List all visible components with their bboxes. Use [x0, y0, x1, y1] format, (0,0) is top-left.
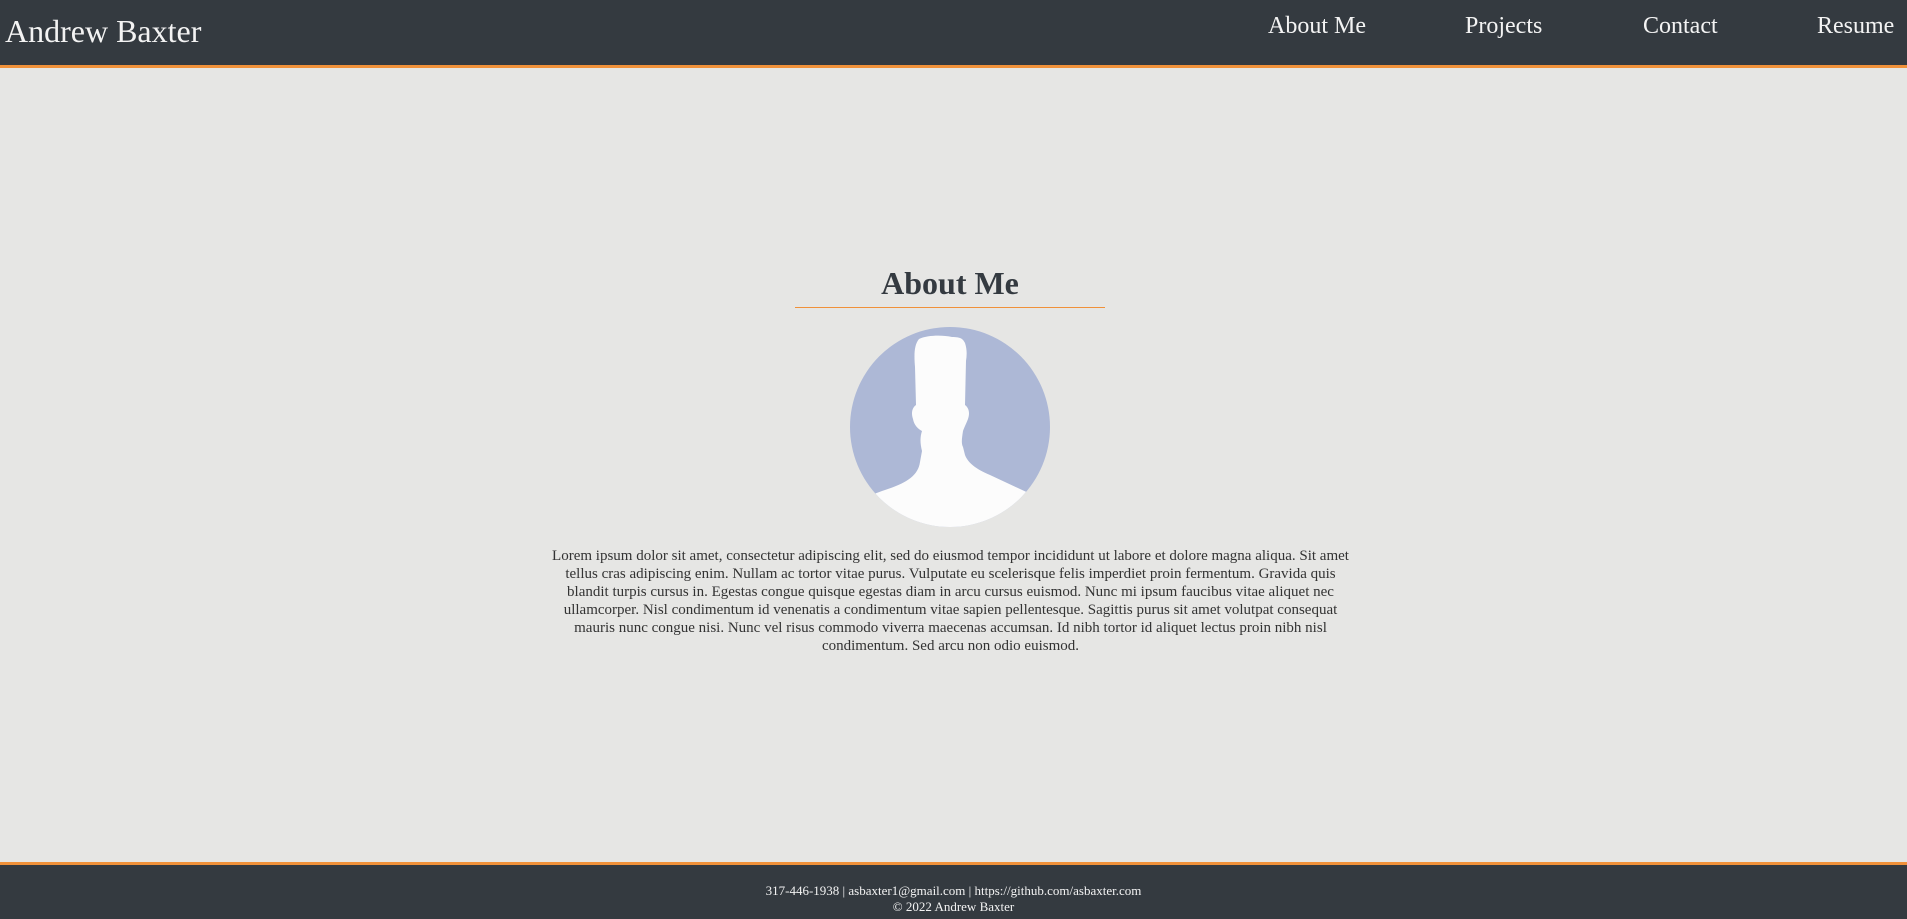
top-navbar: Andrew Baxter About Me Projects Contact … — [0, 0, 1907, 68]
footer-contact-info: 317-446-1938 | asbaxter1@gmail.com | htt… — [765, 883, 1142, 898]
nav-link-contact[interactable]: Contact — [1643, 12, 1718, 40]
site-brand[interactable]: Andrew Baxter — [5, 12, 201, 50]
footer-copyright: © 2022 Andrew Baxter — [892, 899, 1015, 914]
title-underline — [795, 307, 1105, 308]
default-user-silhouette-icon — [850, 327, 1050, 527]
nav-link-resume[interactable]: Resume — [1817, 12, 1894, 40]
site-footer: 317-446-1938 | asbaxter1@gmail.com | htt… — [0, 862, 1907, 919]
nav-link-projects[interactable]: Projects — [1465, 12, 1542, 40]
nav-link-about-me[interactable]: About Me — [1268, 12, 1366, 40]
section-title: About Me — [881, 265, 1019, 301]
about-bio-text: Lorem ipsum dolor sit amet, consectetur … — [552, 548, 1349, 654]
page: Andrew Baxter About Me Projects Contact … — [0, 0, 1907, 919]
